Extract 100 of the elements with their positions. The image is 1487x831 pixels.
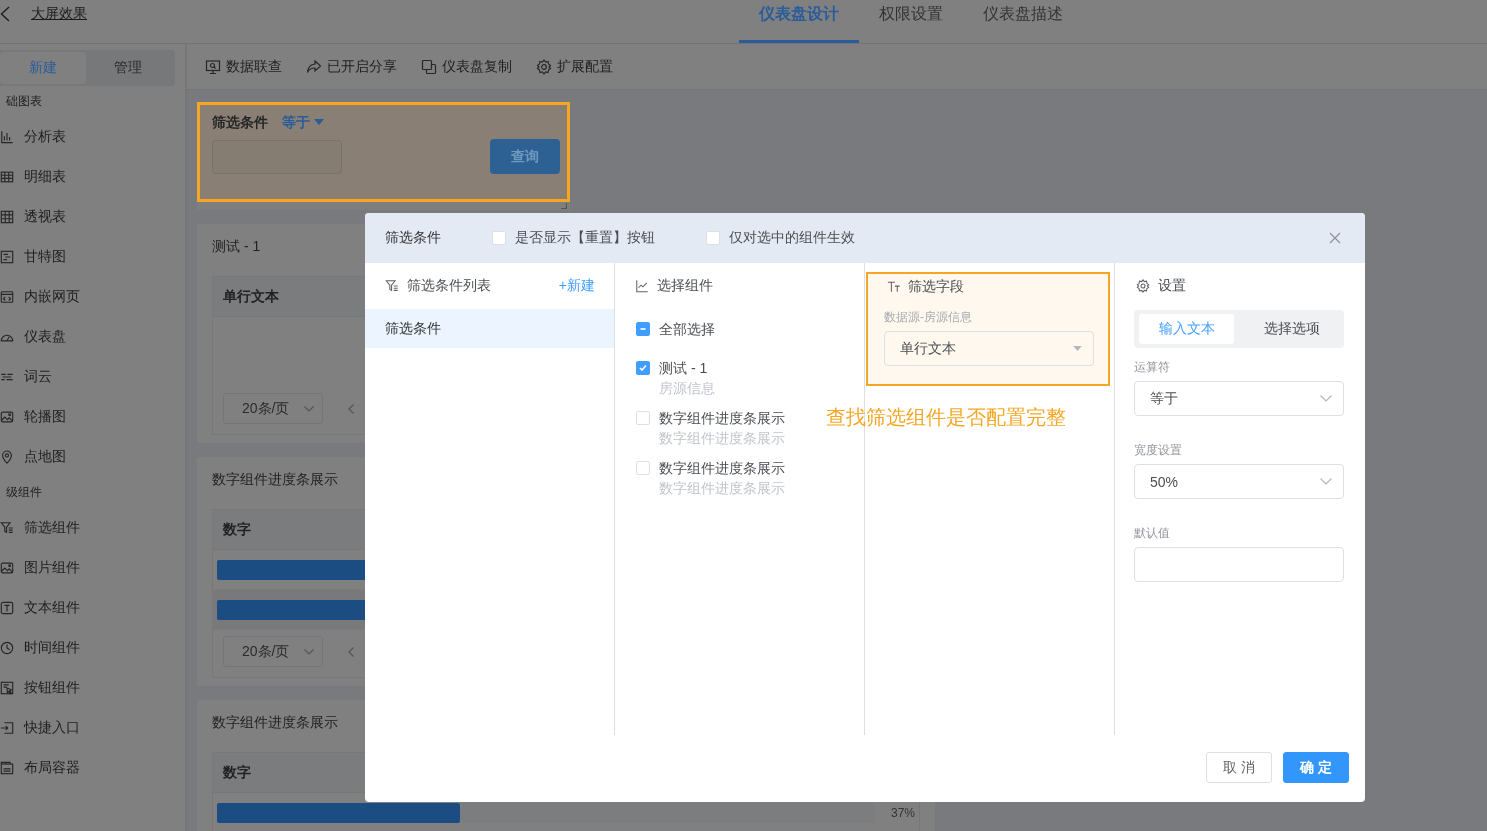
- section-title: 设置: [1158, 277, 1186, 295]
- sidebar-item[interactable]: 点地图: [0, 437, 185, 477]
- card-title: 数字组件进度条展示: [212, 713, 338, 732]
- field-label: 默认值: [1134, 525, 1171, 541]
- image-icon: [0, 561, 14, 575]
- card-title: 测试 - 1: [212, 237, 261, 256]
- image-icon: [0, 410, 14, 424]
- table-icon: [0, 170, 14, 184]
- progress-reading: 37%: [889, 805, 915, 820]
- chevron-left-icon[interactable]: [348, 646, 354, 657]
- sidebar-item[interactable]: 布局容器: [0, 748, 185, 788]
- component-source: 房源信息: [659, 379, 715, 398]
- sidebar-item[interactable]: 按钮组件: [0, 668, 185, 708]
- sidebar-item[interactable]: 图片组件: [0, 548, 185, 588]
- select-field[interactable]: 50%: [1134, 464, 1344, 499]
- button-cursor-icon: [0, 681, 14, 695]
- page-size-select[interactable]: 20条/页: [223, 636, 323, 667]
- clock-icon: [0, 641, 14, 655]
- card-title: 数字组件进度条展示: [212, 470, 338, 489]
- text-box-icon: [0, 601, 14, 615]
- confirm-button[interactable]: 确 定: [1283, 752, 1349, 783]
- enter-icon: [0, 721, 14, 735]
- toolbar-button[interactable]: 数据联查: [205, 57, 282, 76]
- resize-handle-icon[interactable]: [561, 203, 567, 209]
- tab-container-icon: [0, 761, 14, 775]
- filter-icon: [385, 279, 399, 293]
- close-icon[interactable]: [1329, 232, 1341, 244]
- mode-tab[interactable]: 管理: [85, 52, 171, 84]
- header-tab[interactable]: 仪表盘描述: [963, 0, 1083, 43]
- component-source: 数字组件进度条展示: [659, 429, 785, 448]
- back-link[interactable]: 大屏效果: [31, 5, 87, 23]
- field-label: 宽度设置: [1134, 442, 1183, 458]
- column-header: 数字: [223, 520, 251, 539]
- toolbar-button[interactable]: 仪表盘复制: [421, 57, 512, 76]
- sidebar-item[interactable]: 甘特图: [0, 237, 185, 277]
- chevron-down-icon: [1320, 478, 1332, 485]
- checkbox-label[interactable]: 仅对选中的组件生效: [729, 229, 855, 247]
- sidebar-item[interactable]: 内嵌网页: [0, 277, 185, 317]
- settings-icon: [536, 58, 552, 75]
- checkbox-label[interactable]: 全部选择: [659, 318, 715, 339]
- sidebar-item[interactable]: 筛选组件: [0, 508, 185, 548]
- chevron-down-icon: [304, 648, 314, 655]
- sidebar-item[interactable]: 时间组件: [0, 628, 185, 668]
- component-source: 数字组件进度条展示: [659, 479, 785, 498]
- mode-tab[interactable]: 输入文本: [1139, 314, 1234, 344]
- column-header: 数字: [223, 763, 251, 782]
- location-pin-icon: [0, 450, 14, 464]
- section-title: 筛选条件列表: [407, 277, 491, 295]
- section-title: 选择组件: [657, 277, 713, 295]
- select-field[interactable]: 等于: [1134, 381, 1344, 416]
- grid-icon: [0, 210, 14, 224]
- filter-label: 筛选条件: [212, 113, 268, 131]
- checkbox[interactable]: [636, 361, 650, 375]
- cancel-button[interactable]: 取 消: [1206, 752, 1273, 783]
- page-size-select[interactable]: 20条/页: [223, 393, 323, 424]
- bar-chart-icon: [0, 130, 14, 144]
- sidebar-item[interactable]: 透视表: [0, 197, 185, 237]
- share-icon: [306, 58, 322, 75]
- column-header: 单行文本: [223, 287, 279, 306]
- monitor-search-icon: [205, 58, 221, 75]
- checkbox-label[interactable]: 数字组件进度条展示: [659, 458, 785, 478]
- checkbox-label[interactable]: 测试 - 1: [659, 358, 715, 378]
- filter-list-item[interactable]: 筛选条件: [365, 309, 614, 348]
- toolbar-button[interactable]: 扩展配置: [536, 57, 613, 76]
- field-label: 数据源-房源信息: [884, 309, 973, 325]
- chevron-left-icon[interactable]: [0, 6, 10, 22]
- group-heading: 级组件: [5, 484, 43, 501]
- chevron-left-icon[interactable]: [348, 403, 354, 414]
- annotation-text: 查找筛选组件是否配置完整: [826, 405, 1066, 429]
- line-chart-icon: [635, 279, 649, 293]
- gantt-chart-icon: [0, 250, 14, 264]
- select-field[interactable]: 单行文本: [884, 331, 1094, 366]
- sidebar-item[interactable]: 快捷入口: [0, 708, 185, 748]
- add-link[interactable]: +新建: [558, 277, 595, 295]
- sidebar-item[interactable]: 词云: [0, 357, 185, 397]
- sidebar-item[interactable]: 分析表: [0, 117, 185, 157]
- chevron-down-icon: [304, 405, 314, 412]
- settings-icon: [1136, 279, 1150, 293]
- sidebar-item[interactable]: 明细表: [0, 157, 185, 197]
- checkbox-label[interactable]: 是否显示【重置】按钮: [515, 229, 655, 247]
- browser-code-icon: [0, 290, 14, 304]
- mode-tab[interactable]: 选择选项: [1244, 314, 1339, 344]
- check-icon: [638, 363, 648, 373]
- header-tab[interactable]: 权限设置: [859, 0, 963, 43]
- filter-icon: [0, 521, 14, 535]
- sidebar-item[interactable]: 文本组件: [0, 588, 185, 628]
- sidebar-item[interactable]: 仪表盘: [0, 317, 185, 357]
- caret-down-icon: [314, 119, 324, 125]
- group-heading: 础图表: [5, 93, 43, 110]
- caret-down-icon: [1073, 346, 1082, 351]
- checkbox[interactable]: [636, 321, 650, 336]
- toolbar-button[interactable]: 已开启分享: [306, 57, 397, 76]
- field-label: 运算符: [1134, 359, 1171, 375]
- text-size-icon: [887, 280, 901, 294]
- section-title: 筛选字段: [908, 278, 964, 296]
- dialog-title: 筛选条件: [385, 229, 441, 247]
- chevron-down-icon: [1320, 395, 1332, 402]
- checkbox-label[interactable]: 数字组件进度条展示: [659, 408, 785, 428]
- sidebar-item[interactable]: 轮播图: [0, 397, 185, 437]
- query-button[interactable]: 查询: [490, 139, 560, 174]
